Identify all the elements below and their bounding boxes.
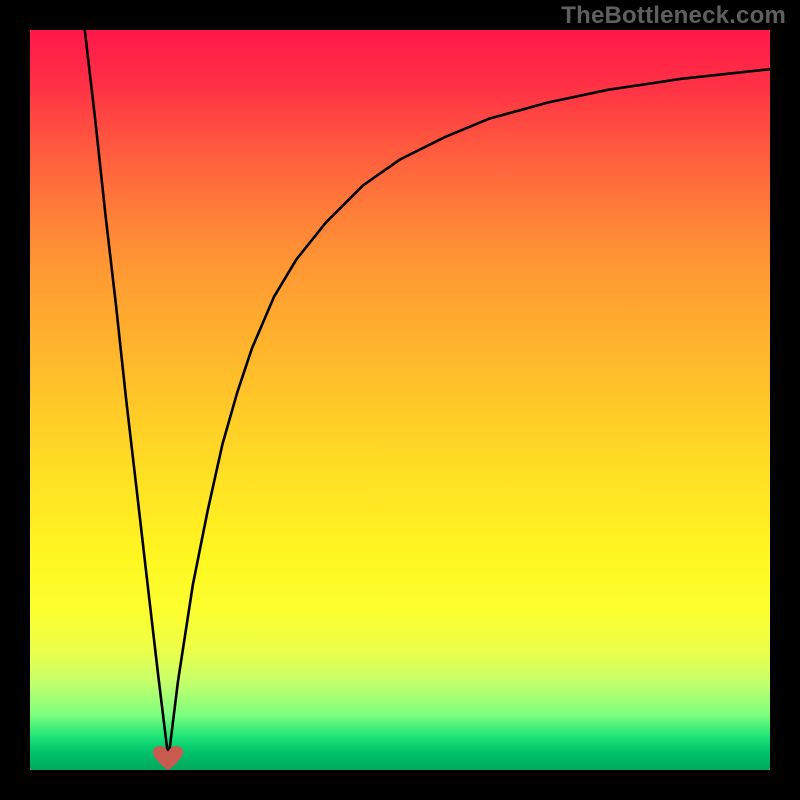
curve-right-branch <box>168 69 770 759</box>
plot-area <box>30 30 770 770</box>
figure-frame: TheBottleneck.com <box>0 0 800 800</box>
watermark-text: TheBottleneck.com <box>561 2 786 30</box>
heart-marker <box>153 746 183 770</box>
curve-left-branch <box>85 30 169 759</box>
curve-layer <box>30 30 770 770</box>
curve-group <box>85 30 770 759</box>
